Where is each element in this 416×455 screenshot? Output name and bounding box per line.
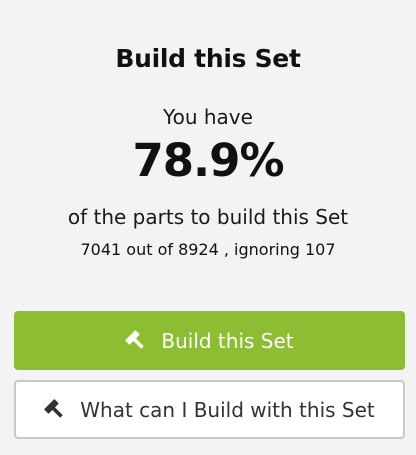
- build-set-panel: Build this Set You have 78.9% of the par…: [0, 0, 416, 455]
- hammer-icon: [44, 398, 66, 421]
- build-percentage: 78.9%: [132, 134, 284, 187]
- build-this-set-label: Build this Set: [161, 328, 294, 353]
- parts-count-summary: 7041 out of 8924 , ignoring 107: [80, 240, 336, 259]
- parts-description: of the parts to build this Set: [67, 205, 349, 229]
- panel-title: Build this Set: [115, 44, 301, 73]
- build-this-set-button[interactable]: Build this Set: [14, 311, 405, 370]
- you-have-label: You have: [163, 105, 253, 129]
- what-can-i-build-label: What can I Build with this Set: [80, 397, 375, 422]
- hammer-icon: [125, 329, 147, 352]
- what-can-i-build-button[interactable]: What can I Build with this Set: [14, 380, 405, 439]
